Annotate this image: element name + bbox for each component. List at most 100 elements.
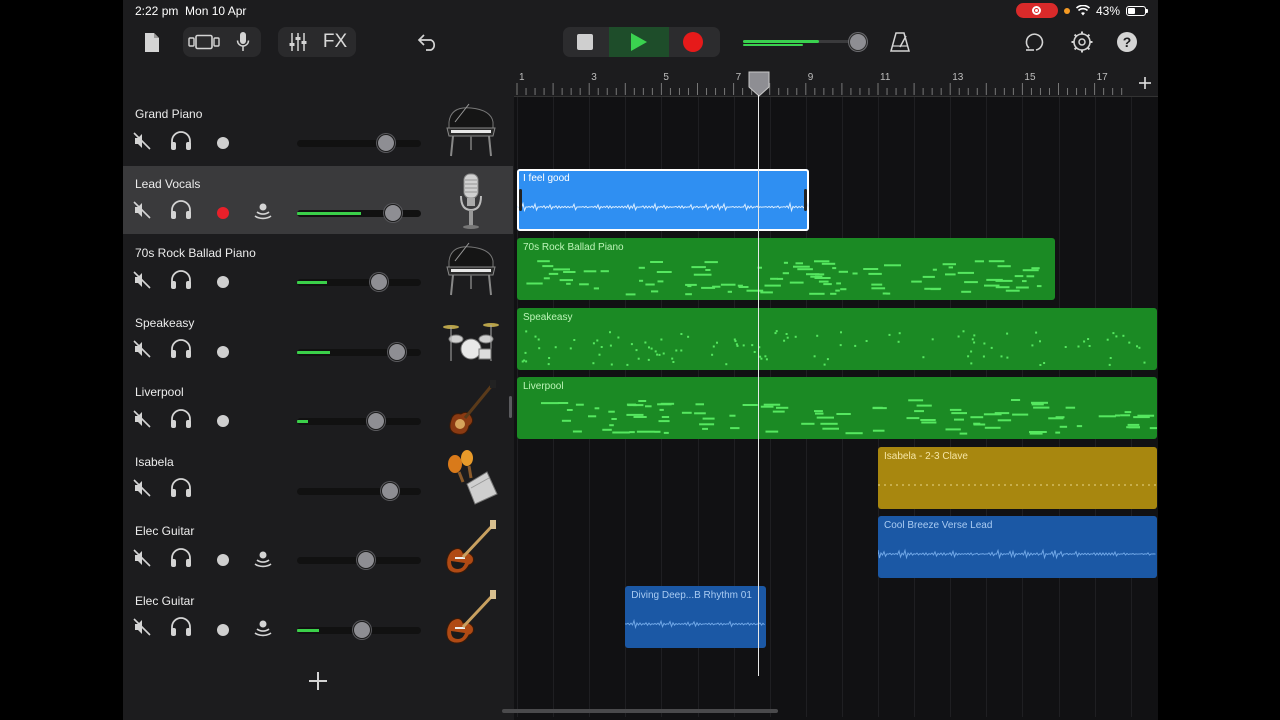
track-volume-knob[interactable] [388,342,406,361]
mute-button[interactable] [131,131,153,154]
track-volume-slider[interactable] [297,209,421,217]
fx-button[interactable]: FX [320,30,350,54]
track-volume-knob[interactable] [384,203,402,222]
track-name[interactable]: Elec Guitar [135,594,194,608]
playhead-handle-icon[interactable] [748,71,770,97]
record-enable-button[interactable] [212,549,234,571]
track-volume-knob[interactable] [370,273,388,291]
region-trim-handle-right[interactable] [804,188,808,211]
mute-button[interactable] [131,409,153,432]
percussion-icon[interactable] [441,448,501,508]
screen-recording-indicator[interactable] [1015,3,1058,18]
midi-note [534,335,537,338]
track-volume-slider[interactable] [297,487,421,495]
track-name[interactable]: Lead Vocals [135,177,200,191]
record-enable-button[interactable] [212,410,234,432]
bass-guitar-icon[interactable] [441,378,501,438]
midi-region[interactable]: Liverpool [517,377,1157,439]
track-volume-slider[interactable] [297,418,421,425]
track-header[interactable]: 70s Rock Ballad Piano [123,235,513,303]
track-volume-knob[interactable] [367,412,385,430]
input-monitoring-button[interactable] [252,202,274,224]
input-settings-button[interactable] [229,30,257,54]
midi-region[interactable]: Speakeasy [517,307,1157,370]
midi-note [648,345,650,348]
solo-button[interactable] [170,130,192,154]
solo-button[interactable] [170,269,192,293]
browser-button[interactable] [187,30,221,54]
mute-button[interactable] [131,618,153,641]
track-name[interactable]: Isabela [135,455,174,469]
record-enable-button[interactable] [212,132,234,154]
master-volume-knob[interactable] [849,33,867,51]
play-button[interactable] [609,27,669,57]
loop-browser-button[interactable] [1023,30,1049,54]
my-songs-button[interactable] [141,30,163,54]
drum-kit-icon[interactable] [441,309,501,369]
track-controls-button[interactable] [284,30,312,54]
drummer-region[interactable]: Isabela - 2-3 Clave [878,446,1157,509]
track-header[interactable]: Elec Guitar [123,582,513,651]
mute-button[interactable] [131,340,153,363]
midi-note [557,402,569,404]
track-name[interactable]: Grand Piano [135,107,202,121]
midi-note [772,410,785,413]
record-enable-button[interactable] [212,271,234,293]
solo-button[interactable] [170,547,192,571]
master-volume-slider[interactable] [743,33,867,51]
add-track-button[interactable] [305,668,331,694]
track-header[interactable]: Liverpool [123,374,513,442]
track-header[interactable]: Elec Guitar [123,513,513,581]
solo-button[interactable] [170,200,192,224]
mute-button[interactable] [131,270,153,293]
track-name[interactable]: 70s Rock Ballad Piano [135,246,256,260]
record-enable-button[interactable] [212,341,234,363]
mute-button[interactable] [131,548,153,571]
tracks-area[interactable]: 1 3 5 7 9 11 13 15 17 I feel good 70s Rock Ballad… [514,69,1158,720]
settings-button[interactable] [1069,30,1095,54]
help-button[interactable]: ? [1117,32,1137,52]
midi-note [872,429,885,432]
track-volume-knob[interactable] [377,134,395,152]
input-monitoring-button[interactable] [252,549,274,571]
track-header[interactable]: Speakeasy [123,304,513,373]
track-volume-knob[interactable] [381,481,399,500]
solo-button[interactable] [170,339,192,363]
microphone-icon[interactable] [441,170,501,230]
audio-region[interactable]: Cool Breeze Verse Lead [878,516,1157,578]
region-trim-handle-left[interactable] [519,188,522,211]
stop-button[interactable] [567,29,603,55]
track-name[interactable]: Elec Guitar [135,524,194,538]
record-enable-button[interactable] [212,202,234,224]
track-volume-slider[interactable] [297,279,421,286]
track-header[interactable]: Lead Vocals [123,165,513,234]
playhead[interactable] [748,71,770,676]
home-indicator[interactable] [502,709,778,713]
mute-button[interactable] [131,201,153,224]
track-name[interactable]: Liverpool [135,385,184,399]
header-resize-handle[interactable] [509,396,512,418]
grand-piano-icon[interactable] [441,239,501,299]
track-name[interactable]: Speakeasy [135,316,194,330]
track-header[interactable]: Grand Piano [123,96,513,164]
electric-guitar-icon[interactable] [441,517,501,577]
input-monitoring-button[interactable] [252,619,274,641]
track-volume-knob[interactable] [353,620,371,639]
record-button[interactable] [675,29,711,55]
electric-guitar-icon[interactable] [441,587,501,647]
mute-button[interactable] [131,479,153,502]
midi-region[interactable]: 70s Rock Ballad Piano [517,238,1055,300]
track-volume-slider[interactable] [297,140,421,147]
audio-region[interactable]: Diving Deep...B Rhythm 01 [625,585,767,648]
solo-button[interactable] [170,478,192,502]
grand-piano-icon[interactable] [441,100,501,160]
solo-button[interactable] [170,617,192,641]
midi-note [609,424,614,427]
midi-note [1109,356,1112,359]
record-enable-button[interactable] [212,619,234,641]
solo-button[interactable] [170,408,192,432]
track-header[interactable]: Isabela [123,443,513,512]
metronome-button[interactable] [888,30,912,54]
undo-button[interactable] [415,31,441,53]
track-volume-knob[interactable] [357,551,375,569]
